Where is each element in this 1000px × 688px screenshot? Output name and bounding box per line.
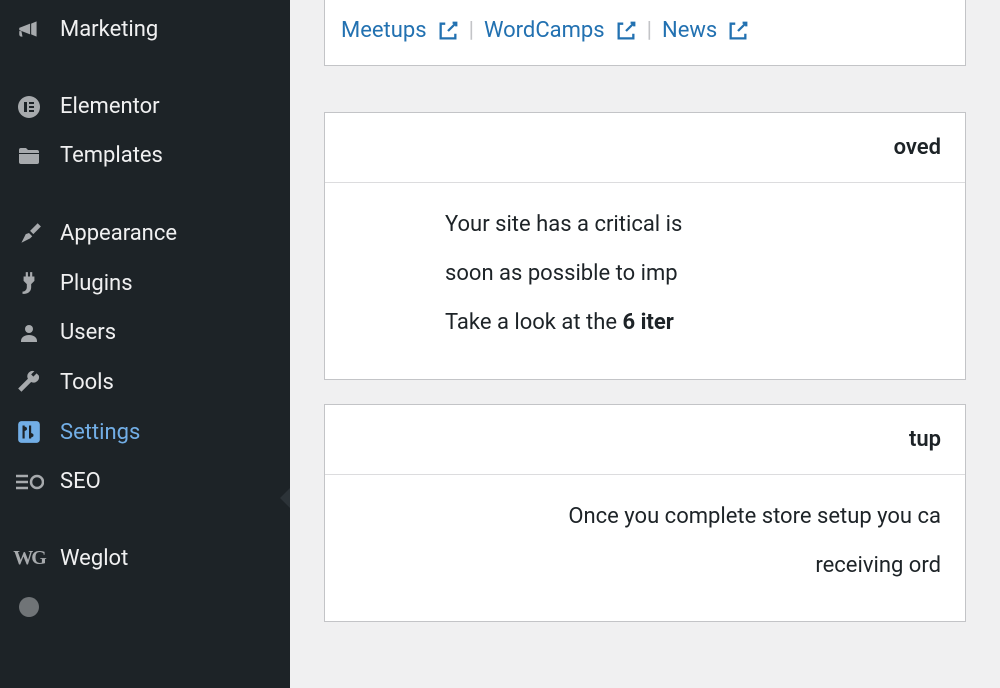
sidebar-item-elementor[interactable]: Elementor	[0, 82, 290, 131]
text-line: soon as possible to imp	[445, 261, 678, 286]
megaphone-icon	[14, 16, 44, 42]
link-label: News	[662, 18, 717, 43]
sidebar-label: SEO	[60, 469, 101, 494]
separator: |	[469, 18, 474, 43]
seo-icon	[14, 472, 44, 492]
sliders-icon	[14, 419, 44, 445]
plug-icon	[14, 270, 44, 296]
text-line: Your site has a critical is	[445, 212, 682, 237]
panel-header: tup	[325, 405, 965, 475]
user-icon	[14, 321, 44, 345]
text-line: Once you complete store setup you ca	[568, 504, 941, 529]
external-icon	[615, 20, 637, 42]
link-label: WordCamps	[484, 18, 605, 43]
link-box: Meetups | WordCamps | News	[324, 0, 966, 66]
sidebar-label: Appearance	[60, 221, 177, 246]
sidebar-label: Plugins	[60, 271, 133, 296]
sidebar-item-appearance[interactable]: Appearance	[0, 208, 290, 258]
panel-body: Your site has a critical is soon as poss…	[325, 183, 965, 379]
sidebar-item-users[interactable]: Users	[0, 308, 290, 357]
panel-body: Once you complete store setup you ca rec…	[325, 475, 965, 621]
circle-icon	[14, 595, 44, 619]
external-icon	[437, 20, 459, 42]
separator: |	[647, 18, 652, 43]
sidebar-label: Tools	[60, 370, 114, 395]
text-prefix: Take a look at the	[445, 310, 622, 335]
sidebar-item-marketing[interactable]: Marketing	[0, 0, 290, 54]
admin-sidebar: Marketing Elementor Templates Appearance…	[0, 0, 290, 688]
sidebar-item-plugins[interactable]: Plugins	[0, 258, 290, 308]
link-wordcamps[interactable]: WordCamps	[484, 18, 637, 43]
panel-title-fragment: oved	[894, 135, 941, 160]
elementor-icon	[14, 95, 44, 119]
brush-icon	[14, 220, 44, 246]
sidebar-label: Users	[60, 320, 116, 345]
sidebar-label: Elementor	[60, 94, 160, 119]
panel-title-fragment: tup	[909, 427, 941, 452]
weglot-icon: WG	[14, 547, 44, 570]
wrench-icon	[14, 369, 44, 395]
sidebar-item-settings[interactable]: Settings	[0, 407, 290, 457]
sidebar-label: Weglot	[60, 546, 128, 571]
content-area: Meetups | WordCamps | News oved Your sit…	[290, 0, 1000, 688]
sidebar-item-seo[interactable]: SEO	[0, 457, 290, 506]
sidebar-item-extra[interactable]	[0, 583, 290, 631]
external-icon	[727, 20, 749, 42]
link-label: Meetups	[341, 18, 427, 43]
panel-header: oved	[325, 113, 965, 183]
sidebar-item-templates[interactable]: Templates	[0, 131, 290, 180]
folder-icon	[14, 144, 44, 168]
sidebar-label: Marketing	[60, 17, 158, 42]
sidebar-item-tools[interactable]: Tools	[0, 357, 290, 407]
link-meetups[interactable]: Meetups	[341, 18, 459, 43]
text-bold: 6 iter	[622, 310, 673, 335]
panel-store-setup: tup Once you complete store setup you ca…	[324, 404, 966, 622]
panel-site-health: oved Your site has a critical is soon as…	[324, 112, 966, 380]
sidebar-label: Settings	[60, 420, 140, 445]
link-news[interactable]: News	[662, 18, 749, 43]
sidebar-item-weglot[interactable]: WG Weglot	[0, 534, 290, 583]
text-line: receiving ord	[815, 553, 941, 578]
sidebar-label: Templates	[60, 143, 163, 168]
